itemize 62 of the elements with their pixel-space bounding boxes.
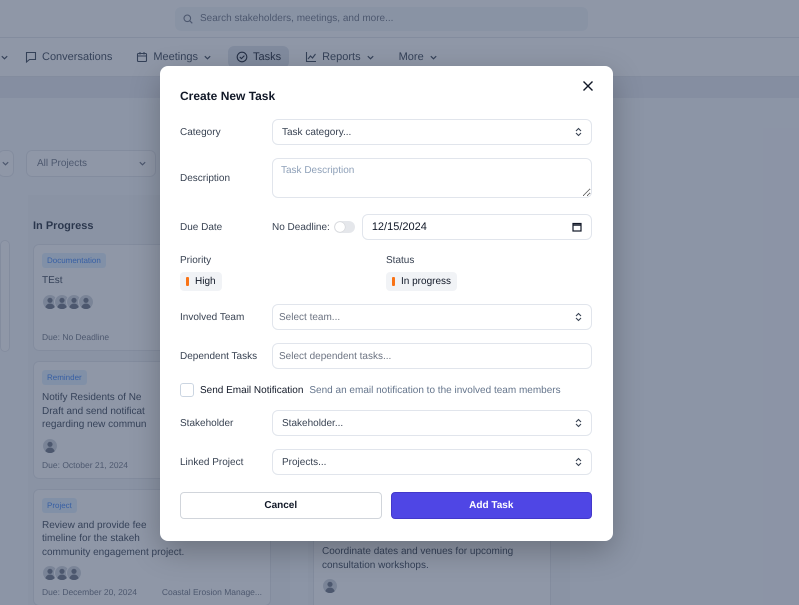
field-label: Dependent Tasks (180, 350, 258, 362)
calendar-icon (572, 222, 582, 232)
chat-icon (25, 51, 37, 63)
checkbox[interactable] (180, 383, 194, 397)
filter-select[interactable] (0, 150, 14, 177)
select-field[interactable]: Select dependent tasks... (272, 343, 592, 369)
category-tag: Project (42, 498, 77, 512)
check-circle-icon (236, 51, 248, 63)
select-field[interactable]: Projects... (272, 449, 592, 475)
field-label: Priority (180, 255, 212, 266)
search-field[interactable]: Search stakeholders, meetings, and more... (175, 6, 588, 30)
calendar-icon (136, 51, 148, 63)
column-title: In Progress (33, 220, 94, 232)
select-field[interactable]: Stakeholder... (272, 410, 592, 436)
field-label: Description (180, 172, 232, 184)
task-text: TEst (42, 274, 63, 288)
avatar-icon (66, 565, 82, 581)
filter-select[interactable]: All Projects (26, 150, 156, 177)
line-chart-icon (305, 51, 318, 63)
field-label: Stakeholder (180, 418, 234, 428)
select-arrows-icon (575, 312, 582, 322)
due-date: Due: No Deadline (42, 332, 110, 342)
badge: High (180, 272, 222, 291)
category-tag: Documentation (42, 253, 106, 268)
input-field[interactable]: Task Description (272, 158, 592, 198)
nav-tab[interactable]: Conversations (17, 46, 120, 68)
search-icon (183, 14, 193, 24)
task-text: Review and provide fee timeline for the stakeh community engagement project. (42, 518, 184, 559)
avatar-icon (322, 578, 338, 594)
project-name: Coastal Erosion Manage... (162, 587, 262, 597)
task-text: Notify Residents of Ne Draft and send notificat regarding new commun (42, 391, 146, 432)
task-text: Coordinate dates and venues for upcoming consultation workshops. (322, 545, 514, 572)
avatar-icon (78, 294, 94, 310)
dialog-title: Create New Task (180, 89, 276, 103)
nav-tab[interactable]: Reports (297, 46, 383, 68)
chevron-down-icon (138, 159, 147, 168)
hint-text: Send an email notification to the involved team members (309, 384, 561, 396)
nav-tab[interactable]: Meetings (128, 46, 220, 68)
category-tag: Reminder (42, 370, 87, 385)
field-label: Due Date (180, 222, 224, 232)
toggle-switch[interactable] (334, 221, 355, 233)
field-label: Involved Team (180, 312, 246, 322)
field-label: Status (386, 255, 416, 266)
field-label: Linked Project (180, 456, 244, 468)
nav-tab[interactable]: Tasks (228, 46, 290, 68)
add-task-button[interactable]: Add Task (390, 492, 592, 519)
due-date: Due: October 21, 2024 (42, 460, 128, 470)
date-field[interactable]: 12/15/2024 (362, 214, 592, 240)
select-field[interactable]: Task category... (272, 119, 592, 145)
toggle-label: No Deadline: (272, 222, 330, 232)
field-label: Category (180, 126, 222, 138)
due-date: Due: December 20, 2024 (42, 587, 137, 597)
nav-tab[interactable]: More (390, 46, 446, 68)
avatar-icon (42, 438, 58, 454)
select-field[interactable]: Select team... (272, 304, 592, 330)
chevron-down-icon (1, 159, 10, 168)
select-arrows-icon (575, 127, 582, 137)
badge: In progress (386, 272, 458, 291)
close-button[interactable] (582, 80, 594, 92)
cancel-button[interactable]: Cancel (180, 492, 382, 519)
select-arrows-icon (575, 418, 582, 428)
select-arrows-icon (575, 457, 582, 467)
